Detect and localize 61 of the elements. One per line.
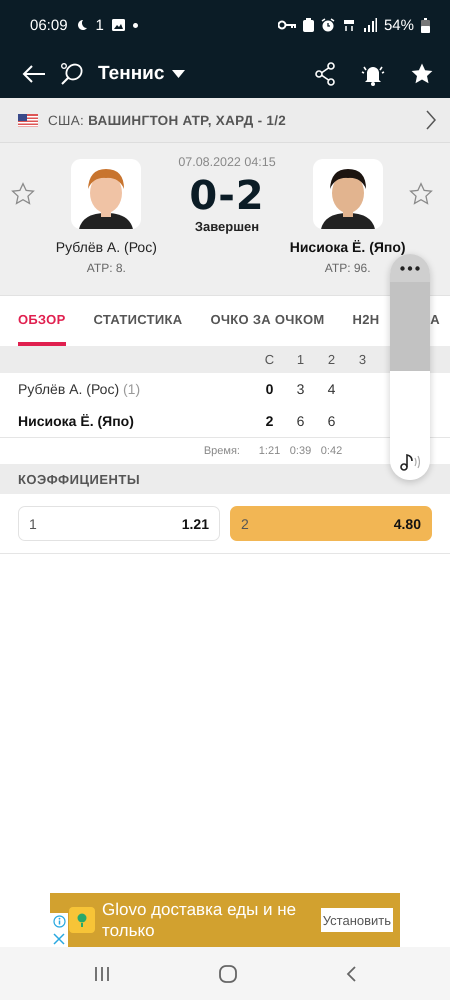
table-cell-text: 0:42 <box>320 445 344 457</box>
more-icon[interactable] <box>400 266 420 270</box>
tab[interactable]: ОЧКО ЗА ОЧКОМ <box>210 296 325 346</box>
recent-apps-icon[interactable] <box>94 966 110 982</box>
player-name: Нисиока Ё. (Япо) <box>290 239 406 255</box>
table-cell-text: 0 <box>264 381 274 397</box>
time-label: Время: <box>202 445 241 457</box>
back-arrow-icon[interactable] <box>22 64 46 84</box>
table-cell-text: 6 <box>296 413 306 429</box>
install-button[interactable]: Установить <box>320 908 393 932</box>
music-note-icon[interactable] <box>400 453 420 471</box>
column-header: 3 <box>358 352 368 367</box>
match-score: 0-2 <box>189 173 265 219</box>
moon-icon <box>76 19 88 31</box>
sport-dropdown[interactable]: Теннис <box>98 63 186 85</box>
odds-button[interactable]: 1 1.21 <box>18 506 220 541</box>
tennis-racket-icon <box>60 62 84 86</box>
star-icon[interactable] <box>408 181 434 207</box>
player-rank: ATP: 96. <box>324 261 371 275</box>
table-cell-text: 1:21 <box>258 445 282 457</box>
chevron-right-icon[interactable] <box>426 110 436 130</box>
column-header: 1 <box>296 352 306 367</box>
key-icon <box>278 20 296 30</box>
info-icon[interactable] <box>52 915 66 928</box>
star-icon[interactable] <box>410 62 434 86</box>
back-icon[interactable] <box>346 966 356 982</box>
table-cell-text: 6 <box>326 413 336 429</box>
temperature: 1 <box>96 16 104 34</box>
section-title: КОЭФФИЦИЕНТЫ <box>18 472 140 486</box>
column-header: С <box>264 352 276 367</box>
pin-icon <box>76 912 88 928</box>
match-datetime: 07.08.2022 04:15 <box>178 155 276 169</box>
battery-percent: 54% <box>384 16 414 34</box>
image-icon <box>112 19 125 31</box>
dot-icon <box>132 22 138 28</box>
home-icon[interactable] <box>218 964 237 982</box>
table-cell-text: 3 <box>296 381 306 397</box>
tournament-title[interactable]: США: ВАШИНГТОН ATP, ХАРД - 1/2 <box>48 112 286 128</box>
tab[interactable]: А <box>430 296 440 346</box>
close-icon[interactable] <box>53 932 65 945</box>
table-cell-text: 2 <box>264 413 274 429</box>
caret-icon <box>172 70 186 78</box>
battery-icon <box>421 18 430 32</box>
odds-button[interactable]: 2 4.80 <box>230 506 432 541</box>
volume-slider[interactable] <box>390 282 430 444</box>
column-header: 2 <box>326 352 336 367</box>
clock: 06:09 <box>30 16 68 34</box>
signal-icon <box>362 18 377 32</box>
match-status: Завершен <box>194 219 260 234</box>
share-icon[interactable] <box>314 62 336 86</box>
player-name: Нисиока Ё. (Япо) <box>18 413 135 429</box>
table-cell-text: 4 <box>326 381 336 397</box>
alarm-icon <box>320 18 335 32</box>
player-name: Рублёв А. (Рос) <box>56 239 157 255</box>
table-cell-text: 0:39 <box>288 445 312 457</box>
star-icon[interactable] <box>10 181 36 207</box>
tab[interactable]: H2H <box>352 296 380 346</box>
player-rank: ATP: 8. <box>86 261 126 275</box>
player-name: Рублёв А. (Рос) (1) <box>18 381 142 397</box>
tab[interactable]: СТАТИСТИКА <box>94 296 182 346</box>
us-flag-icon <box>18 114 38 126</box>
